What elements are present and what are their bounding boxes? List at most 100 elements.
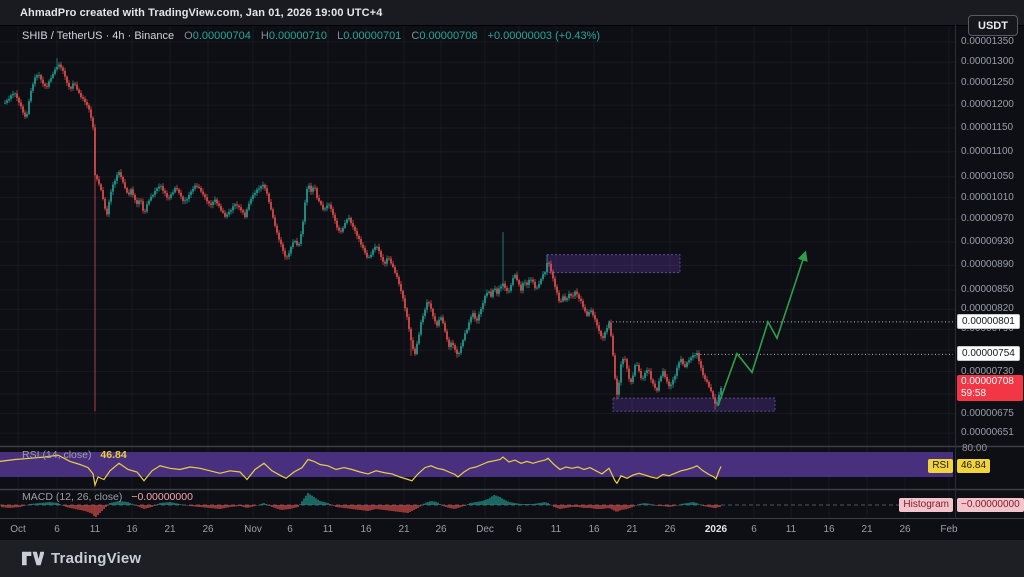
- macd-legend-title[interactable]: MACD: [22, 491, 53, 503]
- macd-histogram-bar: [253, 505, 254, 506]
- candle-body: [430, 303, 432, 308]
- macd-histogram-bar: [563, 505, 564, 508]
- macd-histogram-bar: [335, 505, 336, 507]
- macd-histogram-bar: [411, 505, 412, 511]
- macd-histogram-bar: [219, 505, 220, 509]
- open-value: 0.00000704: [193, 30, 251, 42]
- candle-body: [474, 313, 476, 319]
- macd-histogram-bar: [657, 505, 658, 506]
- macd-histogram-bar: [631, 505, 632, 507]
- macd-histogram-bar: [373, 505, 374, 510]
- candle-body: [570, 294, 572, 296]
- candle-body: [518, 280, 520, 285]
- symbol-legend[interactable]: SHIB / TetherUS · 4h · Binance O0.000007…: [22, 30, 600, 42]
- tradingview-logo[interactable]: TradingView: [22, 550, 141, 567]
- macd-histogram-bar: [659, 505, 660, 506]
- macd-histogram-bar: [575, 505, 576, 507]
- candle-body: [254, 193, 256, 195]
- macd-histogram-bar: [701, 505, 702, 506]
- macd-histogram-bar: [553, 505, 554, 507]
- candle-body: [194, 186, 196, 189]
- macd-histogram-bar: [445, 505, 446, 507]
- tradingview-logo-icon: [22, 550, 44, 567]
- candle-body: [602, 336, 604, 338]
- price-level-label-801: 0.00000801: [957, 314, 1020, 329]
- candle-body: [8, 99, 10, 101]
- macd-histogram-bar: [11, 505, 12, 508]
- candle-body: [302, 222, 304, 234]
- candle-body: [416, 344, 418, 355]
- candle-body: [42, 80, 44, 84]
- currency-toggle-button[interactable]: USDT: [968, 15, 1018, 36]
- macd-histogram-bar: [179, 504, 180, 505]
- macd-histogram-bar: [455, 505, 456, 509]
- candle-body: [314, 188, 316, 189]
- macd-histogram-bar: [669, 505, 670, 507]
- rsi-legend[interactable]: RSI (14, close) 46.84: [22, 449, 127, 461]
- macd-histogram-bar: [511, 503, 512, 506]
- candle-body: [164, 191, 166, 193]
- high-value: 0.00000710: [269, 30, 327, 42]
- macd-legend[interactable]: MACD (12, 26, close) −0.00000000: [22, 491, 193, 503]
- macd-histogram-bar: [509, 502, 510, 505]
- demand-zone-rect[interactable]: [613, 398, 775, 411]
- macd-histogram-bar: [133, 505, 134, 506]
- candle-body: [634, 365, 636, 375]
- time-tick-label: Feb: [940, 524, 957, 535]
- candle-body: [102, 190, 104, 199]
- macd-histogram-bar: [377, 505, 378, 509]
- macd-histogram-bar: [263, 503, 264, 505]
- candle-body: [68, 83, 70, 87]
- macd-histogram-bar: [7, 505, 8, 508]
- macd-histogram-bar: [83, 505, 84, 511]
- macd-histogram-bar: [249, 505, 250, 507]
- candle-body: [346, 219, 348, 223]
- macd-histogram-bar: [651, 504, 652, 505]
- candle-body: [414, 349, 416, 354]
- candle-body: [680, 359, 682, 362]
- rsi-legend-title[interactable]: RSI: [22, 449, 40, 461]
- candle-body: [404, 298, 406, 308]
- candle-body: [138, 201, 140, 204]
- macd-histogram-bar: [159, 503, 160, 505]
- candle-body: [460, 346, 462, 353]
- macd-histogram-bar: [35, 503, 36, 505]
- macd-histogram-bar: [653, 505, 654, 506]
- macd-histogram-bar: [327, 503, 328, 505]
- macd-histogram-bar: [603, 505, 604, 509]
- macd-histogram-bar: [371, 505, 372, 510]
- candle-body: [244, 213, 246, 218]
- candle-body: [70, 87, 72, 89]
- macd-histogram-bar: [233, 505, 234, 507]
- candle-body: [220, 206, 222, 211]
- macd-histogram-bar: [55, 503, 56, 505]
- candle-body: [24, 113, 26, 117]
- candle-body: [476, 319, 478, 321]
- candle-body: [578, 294, 580, 298]
- symbol-title[interactable]: SHIB / TetherUS: [22, 30, 103, 42]
- high-label: H: [261, 30, 269, 42]
- candle-body: [688, 360, 690, 362]
- candle-body: [150, 197, 152, 201]
- supply-zone-rect[interactable]: [547, 255, 680, 273]
- macd-histogram-bar: [437, 503, 438, 505]
- candle-body: [554, 279, 556, 287]
- macd-histogram-bar: [353, 505, 354, 509]
- macd-histogram-bar: [697, 504, 698, 506]
- macd-histogram-bar: [601, 505, 602, 509]
- macd-histogram-bar: [539, 503, 540, 505]
- macd-histogram-bar: [709, 505, 710, 507]
- price-tick-label: 0.00001300: [961, 56, 1014, 67]
- macd-histogram-bar: [23, 505, 24, 506]
- candle-body: [268, 194, 270, 202]
- rsi-badge: RSI: [928, 459, 953, 473]
- candle-body: [488, 292, 490, 293]
- candle-body: [240, 207, 242, 210]
- macd-histogram-bar: [67, 505, 68, 507]
- symbol-interval[interactable]: 4h: [112, 30, 124, 42]
- macd-histogram-bar: [57, 503, 58, 505]
- macd-histogram-bar: [555, 505, 556, 508]
- price-tick-label: 0.00001150: [961, 122, 1013, 133]
- candle-body: [436, 321, 438, 325]
- candle-body: [598, 325, 600, 331]
